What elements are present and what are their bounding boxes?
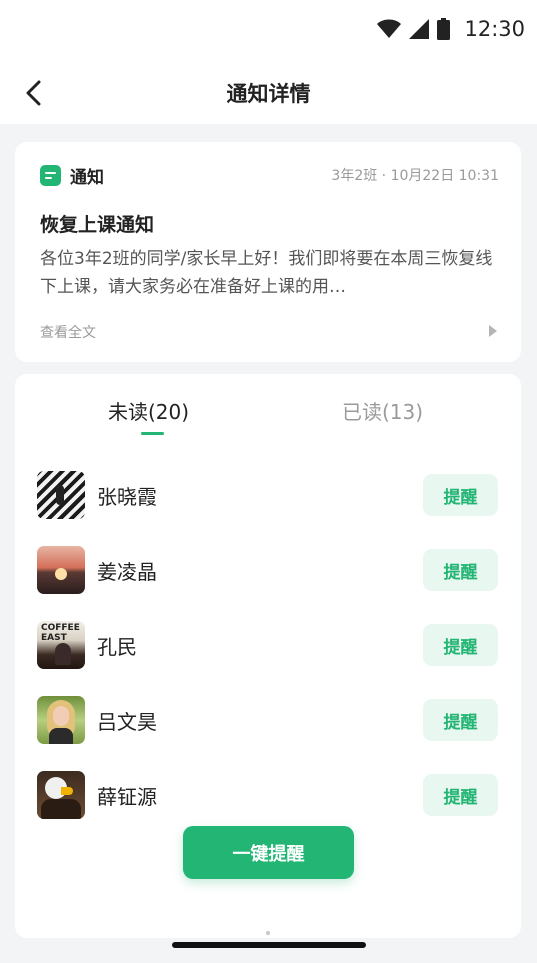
list-item: 吕文昊 提醒 — [15, 696, 521, 746]
notice-card[interactable]: 通知 3年2班 · 10月22日 10:31 恢复上课通知 各位3年2班的同学/… — [15, 142, 521, 362]
signal-icon — [409, 19, 430, 39]
avatar-sun — [55, 568, 67, 580]
student-name: 吕文昊 — [97, 710, 157, 734]
notice-detail-screen: 12:30 通知详情 通知 3年2班 · 10月22日 10:31 恢复上课通知… — [0, 0, 537, 963]
wifi-icon — [377, 19, 402, 38]
remind-button[interactable]: 提醒 — [423, 549, 498, 591]
status-bar: 12:30 — [377, 14, 525, 44]
notice-tag: 通知 — [40, 163, 104, 188]
avatar — [37, 696, 85, 744]
list-item: 薛钲源 提醒 — [15, 771, 521, 821]
read-status-card: 未读(20) 已读(13) 张晓霞 提醒 姜凌晶 提醒 COFFEE EAST 孔… — [15, 374, 521, 938]
view-full-text-link[interactable]: 查看全文 — [40, 322, 96, 342]
avatar-eagle-wing — [41, 799, 81, 819]
list-item: 姜凌晶 提醒 — [15, 546, 521, 596]
avatar — [37, 471, 85, 519]
notice-body: 各位3年2班的同学/家长早上好！我们即将要在本周三恢复线下上课，请大家务必在准备… — [40, 249, 493, 297]
student-name: 孔民 — [97, 635, 137, 659]
read-tabs: 未读(20) 已读(13) — [15, 396, 521, 446]
avatar-eagle-beak — [61, 787, 73, 795]
chevron-right-icon[interactable] — [489, 325, 497, 337]
student-name: 薛钲源 — [97, 785, 157, 809]
tab-read[interactable]: 已读(13) — [342, 396, 423, 425]
list-item: 张晓霞 提醒 — [15, 471, 521, 521]
avatar-sign-text: COFFEE EAST — [41, 623, 80, 643]
avatar — [37, 546, 85, 594]
scroll-indicator — [266, 931, 270, 935]
remind-button[interactable]: 提醒 — [423, 624, 498, 666]
avatar-face — [53, 706, 69, 726]
remind-button[interactable]: 提醒 — [423, 474, 498, 516]
avatar-person — [55, 643, 71, 665]
avatar-figure — [56, 485, 64, 505]
notice-tag-label: 通知 — [70, 168, 104, 188]
top-bar: 12:30 通知详情 — [0, 0, 537, 124]
status-time: 12:30 — [464, 17, 525, 41]
list-item: COFFEE EAST 孔民 提醒 — [15, 621, 521, 671]
notice-title: 恢复上课通知 — [40, 214, 155, 236]
notice-meta: 3年2班 · 10月22日 10:31 — [331, 168, 499, 184]
avatar — [37, 771, 85, 819]
remind-button[interactable]: 提醒 — [423, 699, 498, 741]
tab-unread[interactable]: 未读(20) — [108, 396, 189, 425]
avatar: COFFEE EAST — [37, 621, 85, 669]
page-title: 通知详情 — [226, 82, 311, 106]
remind-all-button[interactable]: 一键提醒 — [183, 826, 354, 879]
student-name: 姜凌晶 — [97, 560, 157, 584]
student-name: 张晓霞 — [97, 485, 157, 509]
notice-doc-icon — [40, 165, 61, 186]
remind-button[interactable]: 提醒 — [423, 774, 498, 816]
battery-icon — [437, 18, 451, 40]
active-tab-indicator — [141, 432, 164, 435]
avatar-body — [49, 728, 73, 744]
home-indicator[interactable] — [172, 942, 366, 948]
